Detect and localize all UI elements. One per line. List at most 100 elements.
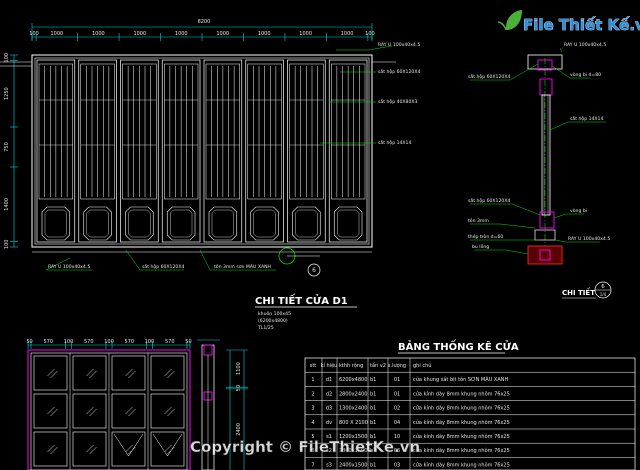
elevation-note-size: (6200x4800) bbox=[258, 318, 288, 324]
small-top-dim-7: 570 bbox=[165, 339, 175, 345]
small-top-dim-1: 570 bbox=[43, 339, 53, 345]
top-dim-7: 1000 bbox=[299, 31, 312, 37]
table-cell-2-2: 2800x2400 bbox=[339, 391, 367, 397]
small-right-dim-0: 1100 bbox=[236, 362, 242, 375]
table-cell-1-2: 6200x4800 bbox=[339, 377, 367, 383]
table-cell-1-4: 01 bbox=[394, 377, 400, 383]
table-cell-5-5: cửa kính dày 8mm khung nhôm 76x25 bbox=[413, 433, 510, 440]
table-cell-2-0: 2 bbox=[311, 391, 314, 397]
sec-label-box-top: sắt hộp 60X120X4 bbox=[468, 73, 510, 80]
left-dim-1: 1250 bbox=[4, 87, 10, 100]
small-right-dim-1: 50 bbox=[236, 385, 242, 391]
top-dim-4: 1000 bbox=[175, 31, 188, 37]
elev-label-rail-bottom: RAY U 100x40x4.5 bbox=[48, 264, 90, 270]
small-door-top-dimensions: 50 570 100 570 100 570 100 570 50 bbox=[26, 339, 192, 349]
elevation-caption: CHI TIẾT CỬA D1 bbox=[255, 292, 348, 307]
cad-drawing: 8200 100 1000 1000 1000 1000 1000 1000 1000 1000… bbox=[0, 10, 640, 470]
elev-label-box-14x14: sắt hộp 14X14 bbox=[378, 139, 411, 146]
table-cell-1-0: 1 bbox=[311, 377, 314, 383]
elev-section-marker: 6 bbox=[312, 267, 316, 274]
top-dim-1: 1000 bbox=[51, 31, 64, 37]
sec-label-rail-top: RAY U 100x40x4.5 bbox=[564, 42, 606, 48]
small-top-dim-0: 50 bbox=[26, 339, 32, 345]
table-cell-4-2: 800 X 2100 bbox=[339, 420, 368, 426]
left-dim-0: 100 bbox=[4, 53, 10, 63]
table-cell-4-5: cửa kính dày 8mm khung nhôm 76x25 bbox=[413, 419, 510, 426]
sec-label-box-14: sắt hộp 14X14 bbox=[570, 115, 603, 122]
left-dim-4: 100 bbox=[4, 240, 10, 250]
table-header-0-2: kthh rộng bbox=[339, 362, 363, 369]
table-cell-3-0: 3 bbox=[311, 406, 314, 412]
table-cell-7-1: s3 bbox=[326, 462, 332, 468]
cad-canvas: 8200 100 1000 1000 1000 1000 1000 1000 1000 1000… bbox=[0, 0, 640, 470]
sec-label-rail-bottom: RAY U 100x40x4.5 bbox=[568, 236, 610, 242]
elev-label-rail-top: RAY U 100x40x4.5 bbox=[378, 42, 420, 48]
sec-label-bearing: vòng bi d=80 bbox=[570, 71, 601, 78]
table-cell-2-5: cửa kính dày 8mm khung nhôm 76x25 bbox=[413, 390, 510, 397]
table-cell-3-1: d3 bbox=[326, 406, 332, 412]
top-dim-3: 1000 bbox=[133, 31, 146, 37]
site-logo: File Thiết Kế.vn bbox=[497, 10, 640, 34]
table-cell-7-0: 7 bbox=[311, 462, 314, 468]
overall-dimension: 8200 bbox=[198, 19, 211, 25]
table-cell-3-4: 02 bbox=[394, 406, 400, 412]
table-cell-4-3: b1 bbox=[370, 420, 376, 426]
leaf-logo-icon bbox=[497, 10, 522, 31]
table-cell-3-2: 1300x2400 bbox=[339, 406, 367, 412]
sec-label-bearing-bottom: vòng bi bbox=[570, 207, 587, 214]
sec-label-box-bottom: sắt hộp 60X120X4 bbox=[468, 197, 510, 204]
section-drawing: RAY U 100x40x4.5 sắt hộp 60X120X4 vòng b… bbox=[468, 42, 612, 299]
logo-text: File Thiết Kế.vn bbox=[523, 15, 640, 34]
top-dim-6: 1000 bbox=[258, 31, 271, 37]
table-title: BẢNG THỐNG KÊ CỬA bbox=[398, 338, 519, 353]
sec-label-round-bar: thép tròn d=60 bbox=[468, 233, 503, 240]
small-right-dim-2: 2400 bbox=[236, 423, 242, 436]
top-dimension-row: 100 1000 1000 1000 1000 1000 1000 1000 1000 100 bbox=[29, 31, 375, 41]
table-cell-4-1: dv bbox=[326, 420, 332, 426]
sec-label-sheet: tôn 3mm bbox=[468, 217, 489, 224]
door-panels bbox=[36, 59, 368, 243]
table-header-0-3: tấn v2 bbox=[370, 362, 386, 369]
table-header-0-4: s.lượng bbox=[388, 363, 406, 369]
elev-label-box-60x120: sắt hộp 60X120X4 bbox=[378, 68, 420, 75]
table-header-0-5: ghi chú bbox=[413, 362, 431, 369]
small-door-glass-grid bbox=[33, 353, 185, 470]
table-cell-7-2: 2400x1500 bbox=[339, 462, 367, 468]
top-dim-0: 100 bbox=[29, 31, 39, 37]
table-header-0-1: kí hiệu bbox=[321, 362, 338, 369]
table-cell-2-4: 01 bbox=[394, 391, 400, 397]
top-dim-9: 100 bbox=[365, 31, 375, 37]
small-top-dim-6: 100 bbox=[145, 339, 155, 345]
table-cell-3-3: b1 bbox=[370, 406, 376, 412]
table-cell-1-5: cửa khung sắt bịt tôn SƠN MÀU XANH bbox=[413, 376, 508, 383]
elev-label-box-40x80: sắt hộp 40X80X3 bbox=[378, 98, 418, 105]
table-cell-6-5: cửa kính dày 8mm khung nhôm 76x25 bbox=[413, 447, 510, 454]
table-cell-4-4: 04 bbox=[394, 420, 400, 426]
elev-label-box-60x120-bottom: sắt hộp 60X120X4 bbox=[142, 263, 184, 270]
small-top-dim-5: 570 bbox=[124, 339, 134, 345]
small-door-right-dimensions: 1100 50 2400 bbox=[226, 349, 248, 436]
left-dimension-column: 100 1250 750 1400 100 bbox=[4, 53, 18, 249]
table-cell-3-5: cửa kính dày 8mm khung nhôm 76x25 bbox=[413, 405, 510, 412]
sec-label-bolt: bu lông bbox=[472, 243, 489, 250]
table-cell-7-3: b1 bbox=[370, 462, 376, 468]
elevation-drawing: 8200 100 1000 1000 1000 1000 1000 1000 1000 1000… bbox=[0, 19, 420, 331]
table-cell-1-1: d1 bbox=[326, 377, 332, 383]
table-cell-2-3: b1 bbox=[370, 391, 376, 397]
section-marker-sub: 1/4 bbox=[600, 292, 607, 297]
table-cell-7-4: 03 bbox=[394, 462, 400, 468]
copyright-watermark: Copyright © FileThietKe.vn bbox=[190, 438, 420, 456]
elevation-note-frame: khuôn 100x45 bbox=[258, 310, 291, 317]
top-dim-2: 1000 bbox=[92, 31, 105, 37]
section-caption: CHI TIẾT bbox=[562, 287, 595, 297]
section-marker: 6 bbox=[601, 284, 605, 290]
table-cell-1-3: b1 bbox=[370, 377, 376, 383]
table-cell-2-1: d2 bbox=[326, 391, 332, 397]
table-cell-7-5: cửa kính dày 8mm khung nhôm 76x25 bbox=[413, 461, 510, 468]
table-header-0-0: stt bbox=[310, 363, 317, 369]
small-top-dim-8: 50 bbox=[185, 339, 191, 345]
table-cell-4-0: 4 bbox=[311, 420, 314, 426]
elev-label-sheet-3mm: tôn 3mm sơn MÀU XANH bbox=[214, 263, 271, 270]
left-dim-3: 1400 bbox=[4, 198, 10, 211]
small-top-dim-3: 570 bbox=[84, 339, 94, 345]
